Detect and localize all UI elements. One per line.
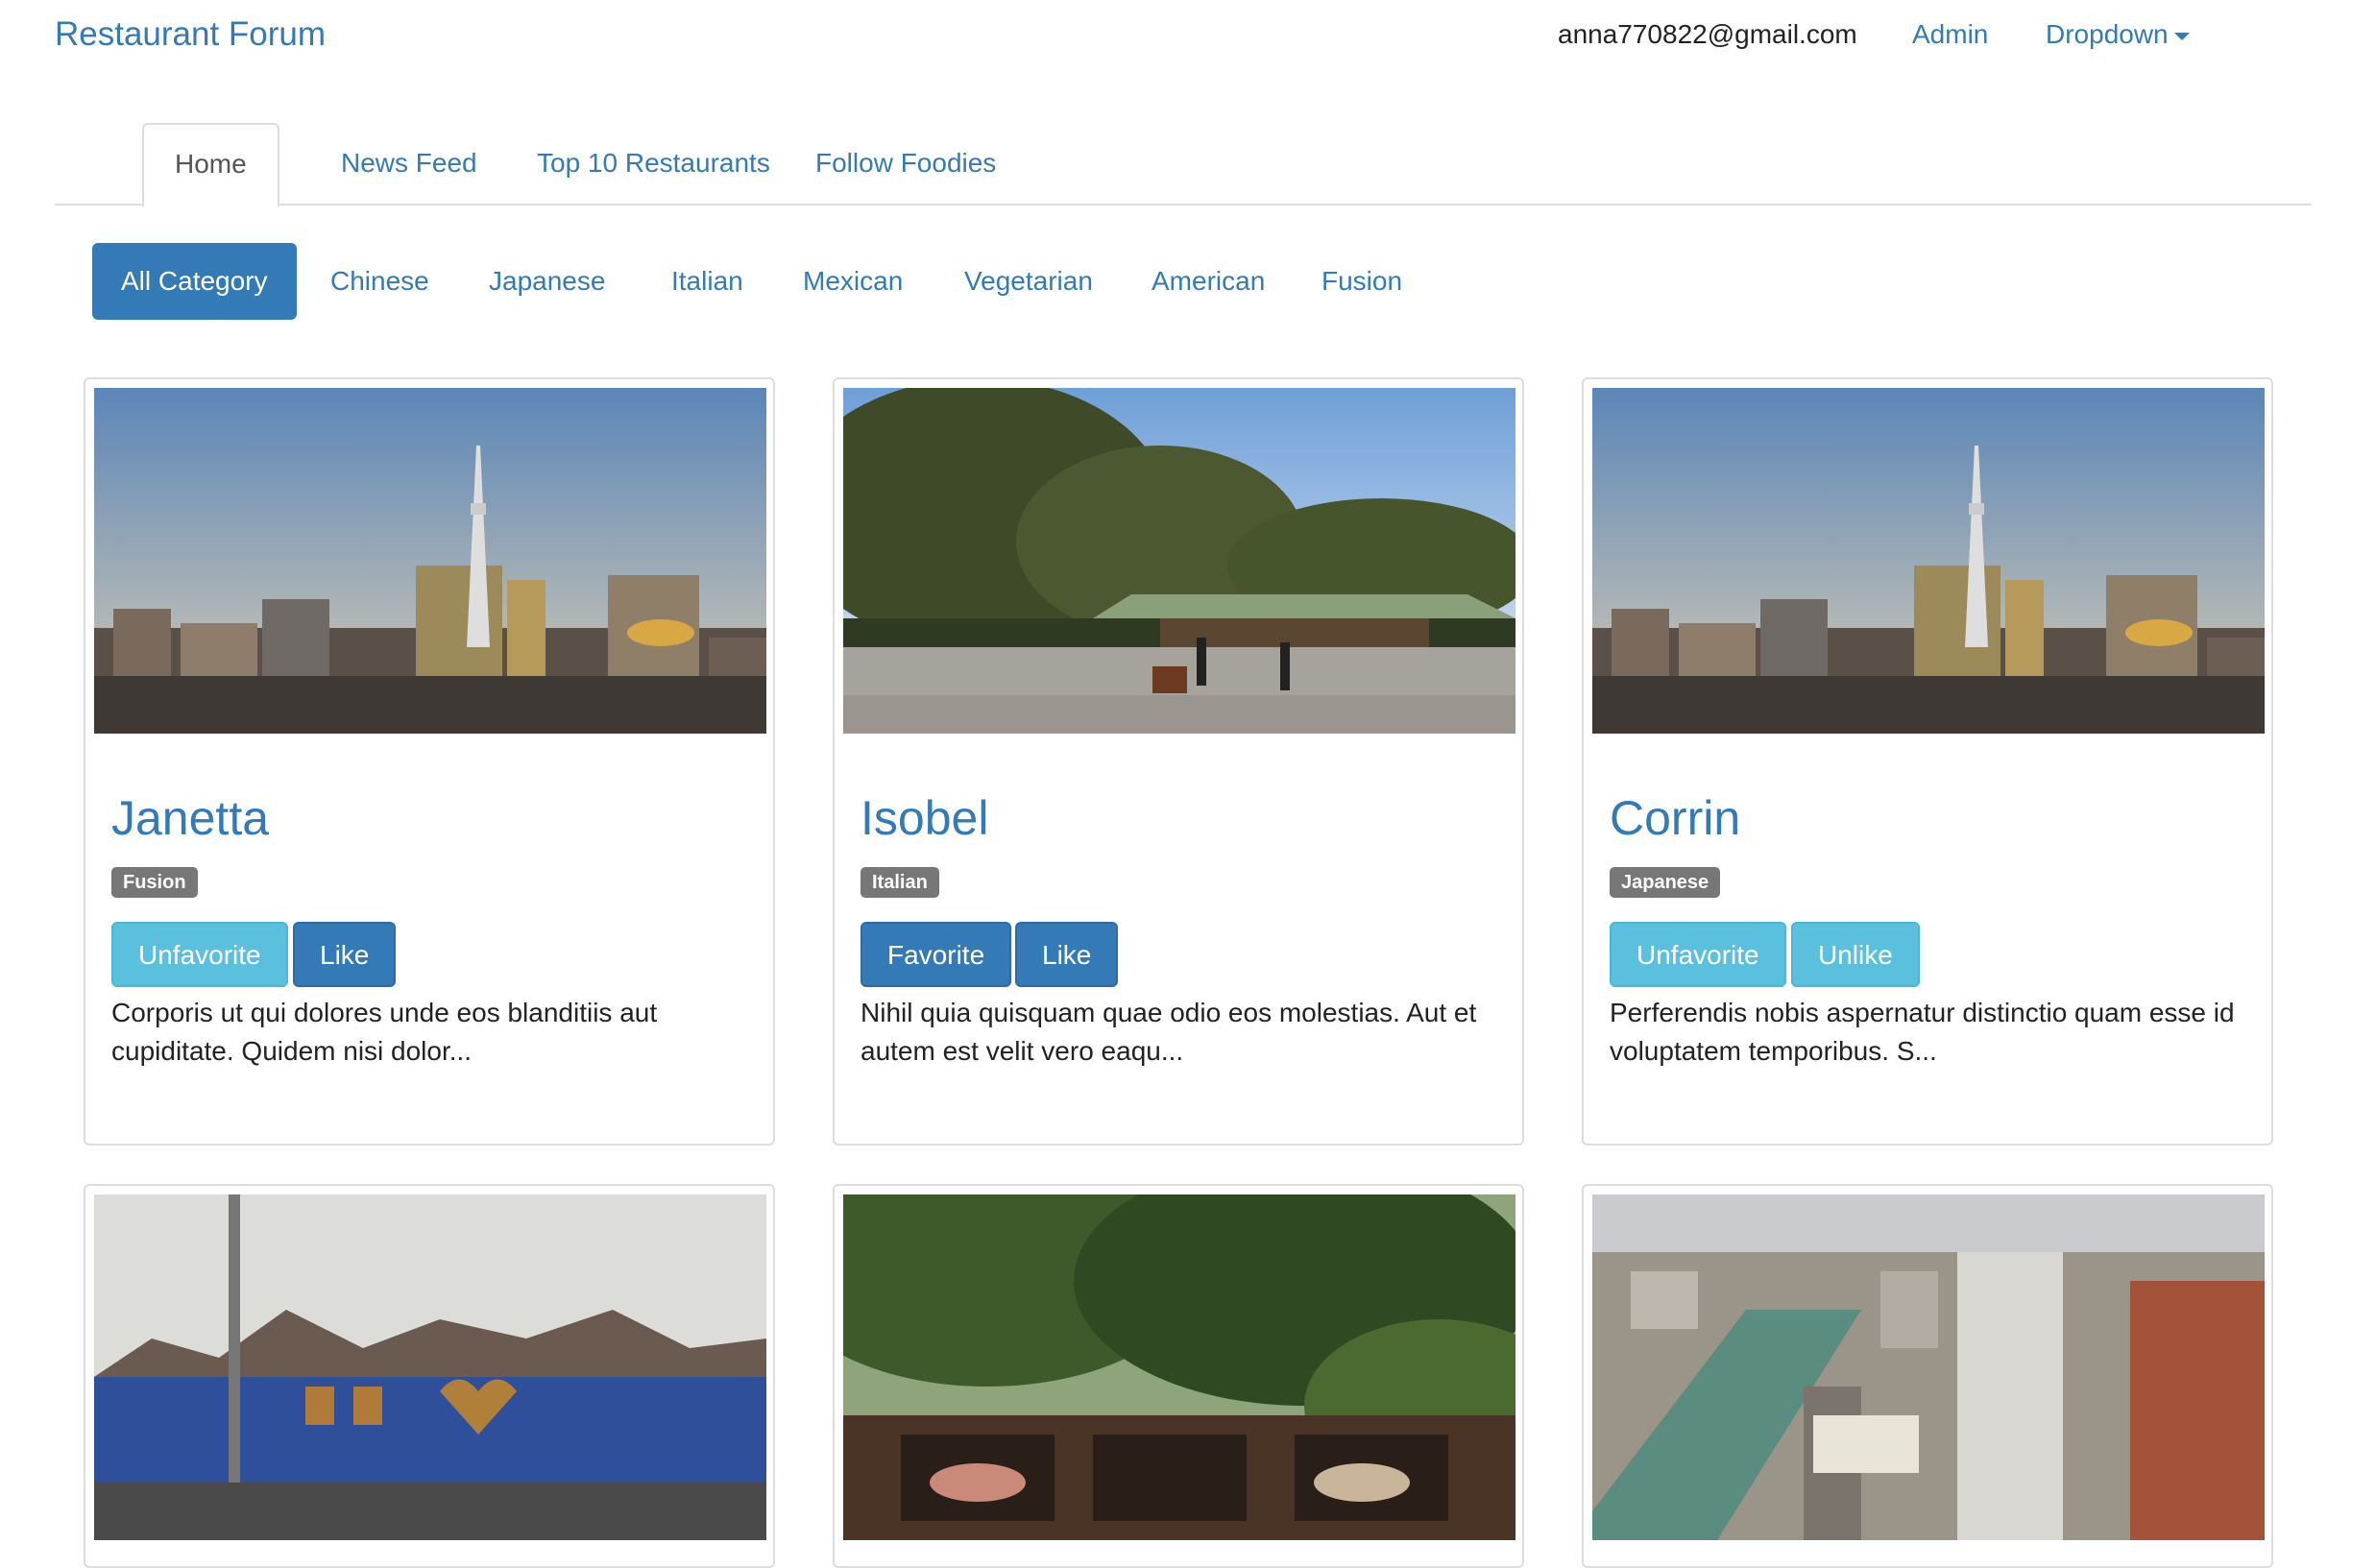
restaurant-image[interactable] [1592, 1194, 2265, 1540]
restaurant-card [833, 1184, 1524, 1568]
tab-home[interactable]: Home [142, 123, 279, 207]
unfavorite-button[interactable]: Unfavorite [1610, 922, 1786, 987]
tab-follow-foodies[interactable]: Follow Foodies [785, 123, 1027, 204]
dropdown-label: Dropdown [2046, 19, 2169, 49]
category-fusion[interactable]: Fusion [1293, 243, 1431, 320]
like-button[interactable]: Like [293, 922, 397, 987]
tab-news-feed[interactable]: News Feed [310, 123, 508, 204]
restaurant-description: Corporis ut qui dolores unde eos blandit… [111, 998, 658, 1066]
category-all[interactable]: All Category [92, 243, 297, 320]
tokyo-skyline-image [1592, 388, 2265, 734]
restaurant-image[interactable] [94, 388, 766, 734]
category-chinese[interactable]: Chinese [302, 243, 458, 320]
navbar: Restaurant Forum anna770822@gmail.com Ad… [0, 0, 2376, 69]
tab-top-10-restaurants[interactable]: Top 10 Restaurants [506, 123, 801, 204]
category-vegetarian[interactable]: Vegetarian [935, 243, 1122, 320]
unfavorite-button[interactable]: Unfavorite [111, 922, 288, 987]
restaurant-image[interactable] [94, 1194, 766, 1540]
category-american[interactable]: American [1123, 243, 1294, 320]
admin-link[interactable]: Admin [1912, 19, 1988, 50]
favorite-button[interactable]: Favorite [861, 922, 1012, 987]
category-badge: Italian [861, 867, 939, 898]
category-mexican[interactable]: Mexican [774, 243, 932, 320]
main-tabs: Home News Feed Top 10 Restaurants Follow… [55, 123, 2312, 207]
unlike-button[interactable]: Unlike [1791, 922, 1920, 987]
restaurant-card: Corrin Japanese Unfavorite Unlike Perfer… [1582, 377, 2273, 1146]
category-italian[interactable]: Italian [642, 243, 772, 320]
category-japanese[interactable]: Japanese [460, 243, 634, 320]
brand-link[interactable]: Restaurant Forum [55, 15, 326, 54]
user-email[interactable]: anna770822@gmail.com [1558, 19, 1857, 50]
city-aerial-image [1592, 1194, 2265, 1540]
restaurant-card: Janetta Fusion Unfavorite Like Corporis … [84, 377, 775, 1146]
restaurant-card: Isobel Italian Favorite Like Nihil quia … [833, 377, 1524, 1146]
restaurant-image[interactable] [843, 1194, 1515, 1540]
restaurant-name[interactable]: Isobel [861, 790, 988, 846]
restaurant-name[interactable]: Janetta [111, 790, 269, 846]
tokyo-skyline-image [94, 388, 766, 734]
caret-down-icon [2173, 32, 2190, 40]
restaurant-description: Perferendis nobis aspernatur distinctio … [1610, 998, 2235, 1066]
restaurant-image[interactable] [843, 388, 1515, 734]
dropdown-toggle[interactable]: Dropdown [2046, 19, 2190, 50]
category-badge: Japanese [1610, 867, 1721, 898]
restaurant-card [84, 1184, 775, 1568]
temple-trees-image [843, 388, 1515, 734]
category-badge: Fusion [111, 867, 198, 898]
like-button[interactable]: Like [1015, 922, 1119, 987]
tropical-patio-image [843, 1194, 1515, 1540]
restaurant-image[interactable] [1592, 388, 2265, 734]
restaurant-card [1582, 1184, 2273, 1568]
restaurant-name[interactable]: Corrin [1610, 790, 1740, 846]
restaurant-description: Nihil quia quisquam quae odio eos molest… [861, 998, 1477, 1066]
blue-building-image [94, 1194, 766, 1540]
